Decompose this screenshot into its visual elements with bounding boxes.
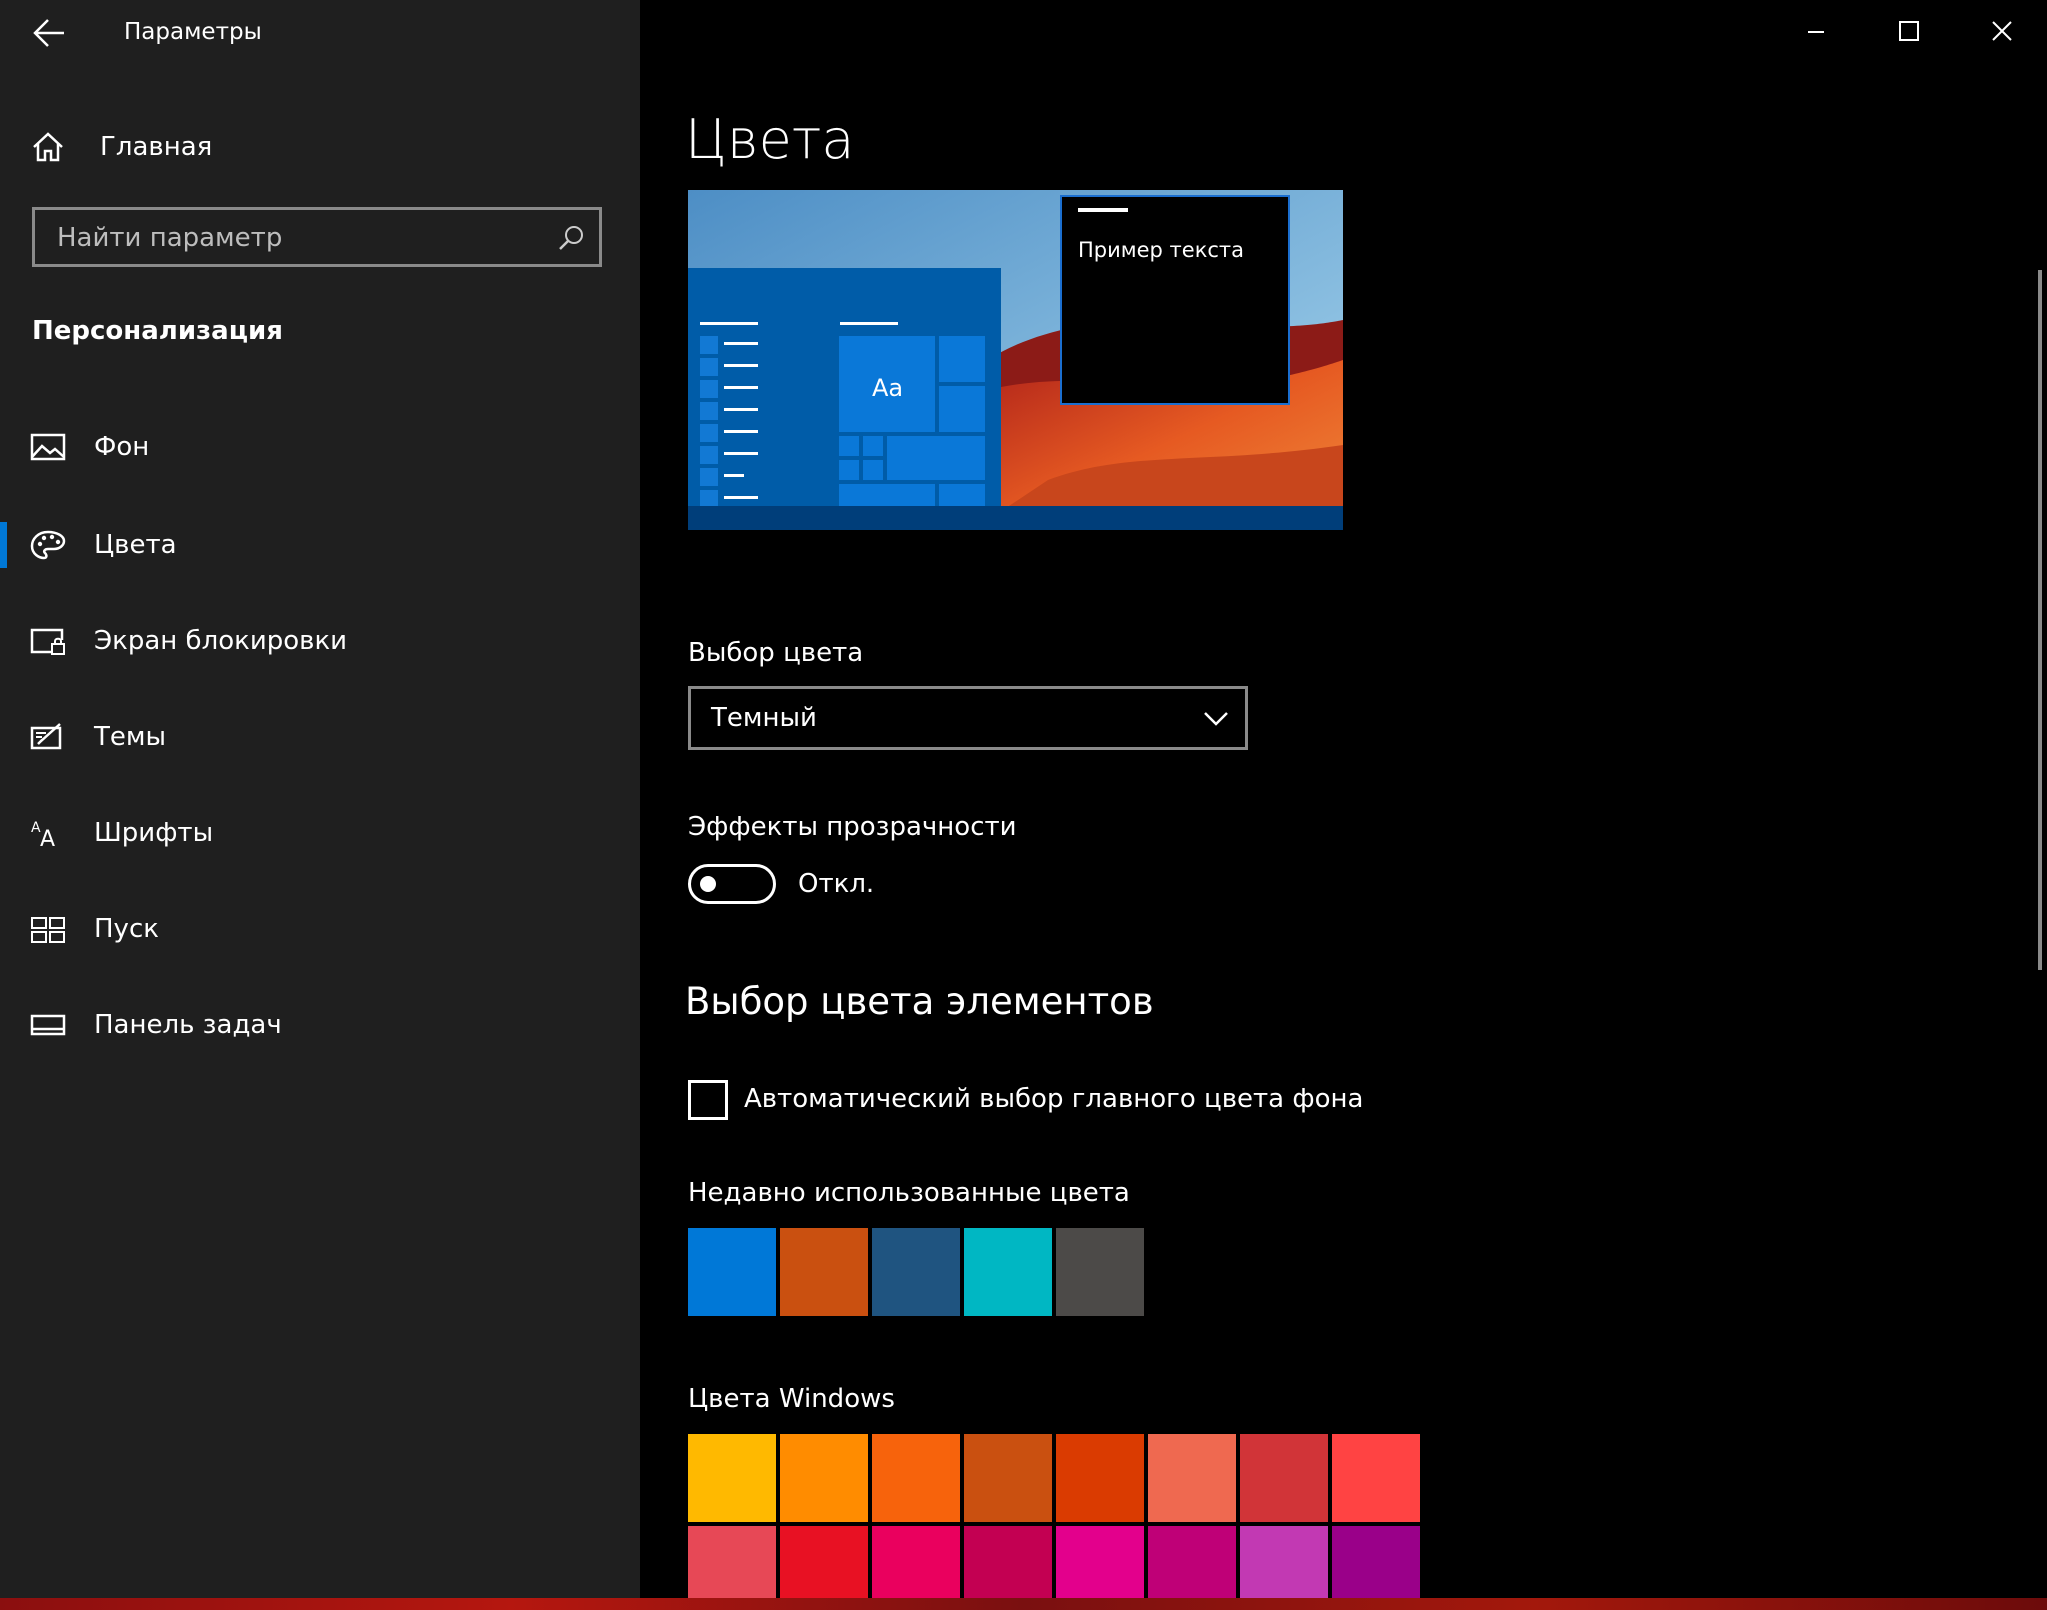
maximize-icon	[1899, 21, 1919, 41]
windows-color-swatch[interactable]	[1332, 1526, 1420, 1598]
sidebar-item-label: Темы	[94, 722, 167, 752]
recent-color-swatch[interactable]	[964, 1228, 1052, 1316]
recent-color-swatch[interactable]	[872, 1228, 960, 1316]
start-icon	[31, 917, 65, 943]
windows-color-swatch[interactable]	[1240, 1434, 1328, 1522]
sidebar-item-fonts[interactable]: AA Шрифты	[0, 798, 640, 868]
fonts-icon: AA	[31, 820, 55, 848]
sidebar-item-background[interactable]: Фон	[0, 412, 640, 482]
nav-home[interactable]: Главная	[30, 124, 212, 170]
transparency-toggle[interactable]	[688, 864, 776, 904]
windows-color-swatch[interactable]	[1148, 1434, 1236, 1522]
close-button[interactable]	[1972, 8, 2032, 56]
sidebar-item-start[interactable]: Пуск	[0, 894, 640, 964]
themes-icon	[30, 723, 62, 750]
windows-color-swatch[interactable]	[1056, 1526, 1144, 1598]
theme-preview: Пример текста Aa	[688, 190, 1343, 530]
lock-screen-icon	[30, 628, 65, 655]
sidebar-item-taskbar[interactable]: Панель задач	[0, 990, 640, 1060]
windows-color-swatch[interactable]	[964, 1434, 1052, 1522]
sidebar-item-label: Фон	[94, 432, 150, 462]
scrollbar[interactable]	[2038, 270, 2042, 970]
sidebar-item-label: Панель задач	[94, 1010, 282, 1040]
windows-color-swatch[interactable]	[780, 1434, 868, 1522]
recent-color-swatch[interactable]	[780, 1228, 868, 1316]
dropdown-value: Темный	[711, 703, 817, 733]
transparency-label: Эффекты прозрачности	[688, 812, 1017, 842]
sidebar: Параметры Главная Персонализация Фон Цве…	[0, 0, 640, 1598]
home-label: Главная	[100, 132, 213, 162]
color-choice-label: Выбор цвета	[688, 638, 864, 668]
taskbar-icon	[30, 1014, 66, 1036]
windows-color-swatch[interactable]	[964, 1526, 1052, 1598]
windows-colors-label: Цвета Windows	[688, 1384, 895, 1414]
section-title: Персонализация	[32, 316, 283, 346]
windows-color-swatch[interactable]	[872, 1434, 960, 1522]
sidebar-item-lock-screen[interactable]: Экран блокировки	[0, 606, 640, 676]
auto-accent-checkbox[interactable]	[688, 1080, 728, 1120]
windows-color-swatch[interactable]	[1056, 1434, 1144, 1522]
search-box[interactable]	[32, 207, 602, 267]
home-icon	[33, 132, 63, 162]
windows-color-swatch[interactable]	[1148, 1526, 1236, 1598]
back-button[interactable]	[30, 16, 70, 50]
close-icon	[1992, 21, 2012, 41]
windows-color-swatch[interactable]	[688, 1434, 776, 1522]
search-icon[interactable]	[557, 224, 585, 252]
toggle-knob	[700, 876, 716, 892]
recent-color-swatch[interactable]	[1056, 1228, 1144, 1316]
windows-color-swatch[interactable]	[1240, 1526, 1328, 1598]
windows-color-swatch[interactable]	[780, 1526, 868, 1598]
minimize-icon	[1808, 31, 1824, 33]
maximize-button[interactable]	[1879, 8, 1939, 56]
windows-color-swatch[interactable]	[872, 1526, 960, 1598]
back-arrow-icon	[33, 19, 64, 47]
search-input[interactable]	[55, 222, 539, 254]
desktop-strip	[0, 1598, 2047, 1610]
accent-section-title: Выбор цвета элементов	[685, 980, 1154, 1023]
preview-sample-text: Пример текста	[1078, 238, 1245, 262]
svg-text:A: A	[40, 827, 55, 848]
auto-accent-label: Автоматический выбор главного цвета фона	[744, 1084, 1364, 1114]
sidebar-item-label: Пуск	[94, 914, 159, 944]
recent-colors-label: Недавно использованные цвета	[688, 1178, 1130, 1208]
palette-icon	[30, 530, 66, 560]
sidebar-item-label: Экран блокировки	[94, 626, 348, 656]
windows-color-swatch[interactable]	[688, 1526, 776, 1598]
picture-icon	[30, 433, 66, 461]
recent-color-swatch[interactable]	[688, 1228, 776, 1316]
preview-image	[688, 190, 1343, 530]
preview-tile-text: Aa	[872, 374, 904, 402]
windows-color-swatch[interactable]	[1332, 1434, 1420, 1522]
transparency-state: Откл.	[798, 869, 875, 899]
sidebar-item-label: Шрифты	[94, 818, 214, 848]
color-mode-dropdown[interactable]: Темный	[688, 686, 1248, 750]
sidebar-item-colors[interactable]: Цвета	[0, 510, 640, 580]
app-title: Параметры	[124, 19, 262, 45]
sidebar-item-themes[interactable]: Темы	[0, 702, 640, 772]
chevron-down-icon	[1204, 712, 1228, 726]
minimize-button[interactable]	[1786, 8, 1846, 56]
sidebar-item-label: Цвета	[94, 530, 177, 560]
page-title: Цвета	[685, 108, 855, 171]
